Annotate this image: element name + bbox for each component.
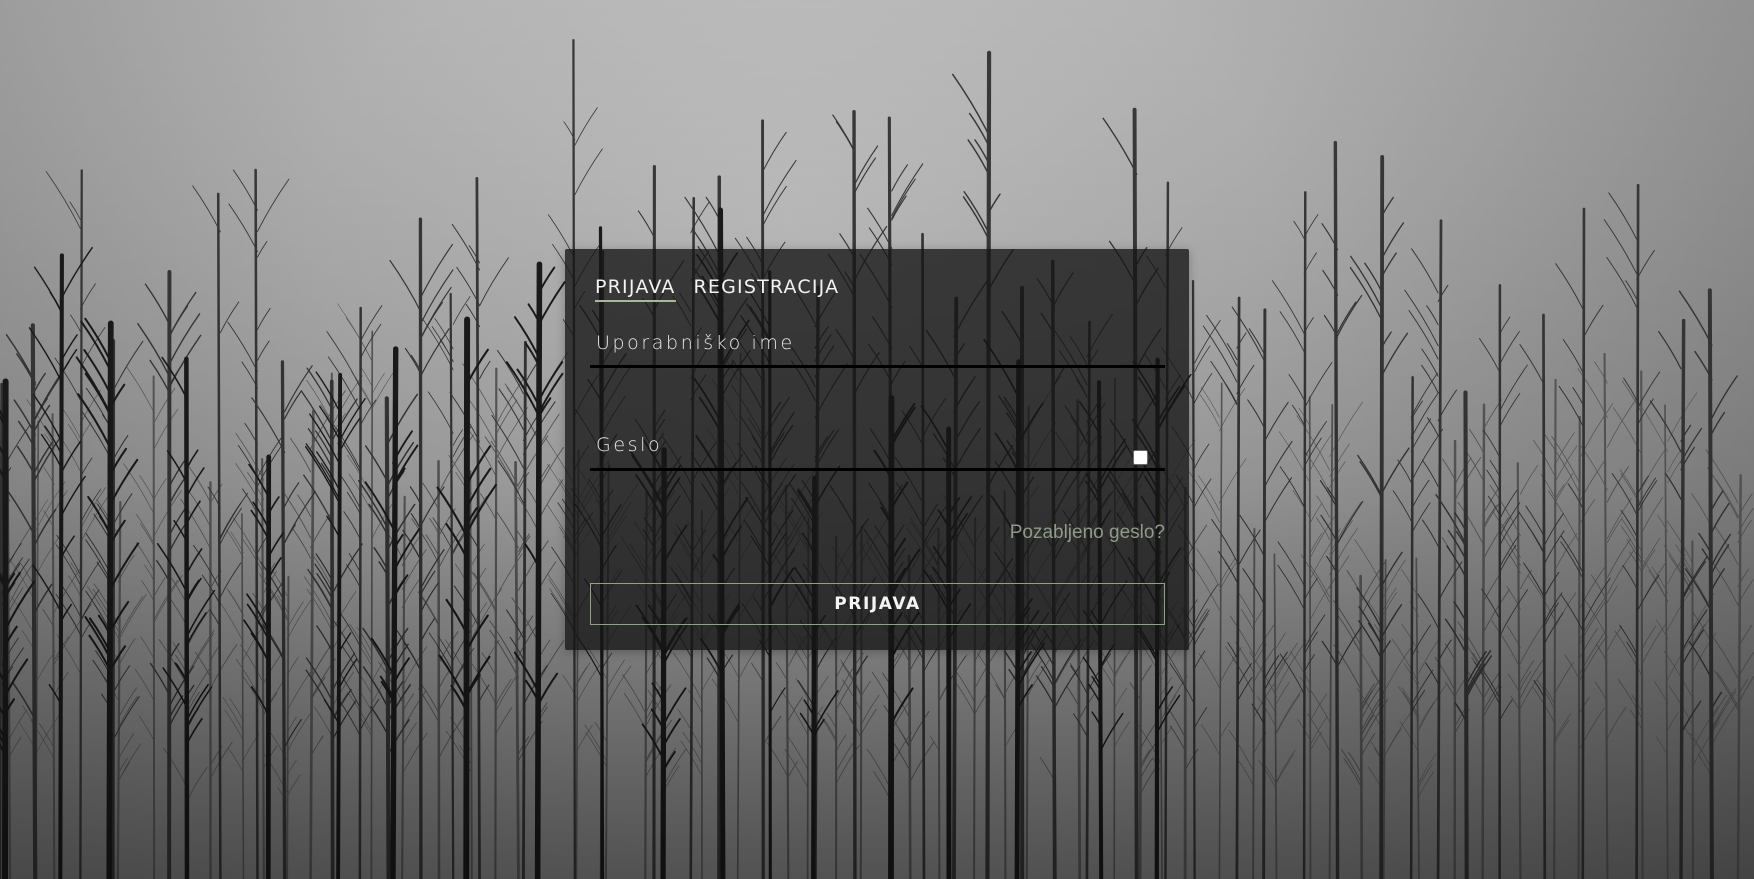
tab-login[interactable]: PRIJAVA xyxy=(595,276,676,302)
auth-tabs: PRIJAVA REGISTRACIJA xyxy=(595,276,839,302)
password-underline xyxy=(590,468,1165,471)
username-label: Uporabniško ime xyxy=(596,332,795,354)
login-page: PRIJAVA REGISTRACIJA Uporabniško ime Ges… xyxy=(0,0,1754,879)
login-card: PRIJAVA REGISTRACIJA Uporabniško ime Ges… xyxy=(565,249,1189,650)
password-label: Geslo xyxy=(596,434,663,456)
username-underline xyxy=(590,365,1165,368)
username-field[interactable]: Uporabniško ime xyxy=(590,309,1165,379)
tab-register[interactable]: REGISTRACIJA xyxy=(694,276,840,302)
show-password-checkbox[interactable] xyxy=(1133,450,1148,465)
password-input[interactable] xyxy=(596,456,1120,477)
forgot-password-link[interactable]: Pozabljeno geslo? xyxy=(1010,522,1165,544)
password-field[interactable]: Geslo xyxy=(590,412,1165,482)
login-submit-button[interactable]: PRIJAVA xyxy=(590,583,1165,625)
